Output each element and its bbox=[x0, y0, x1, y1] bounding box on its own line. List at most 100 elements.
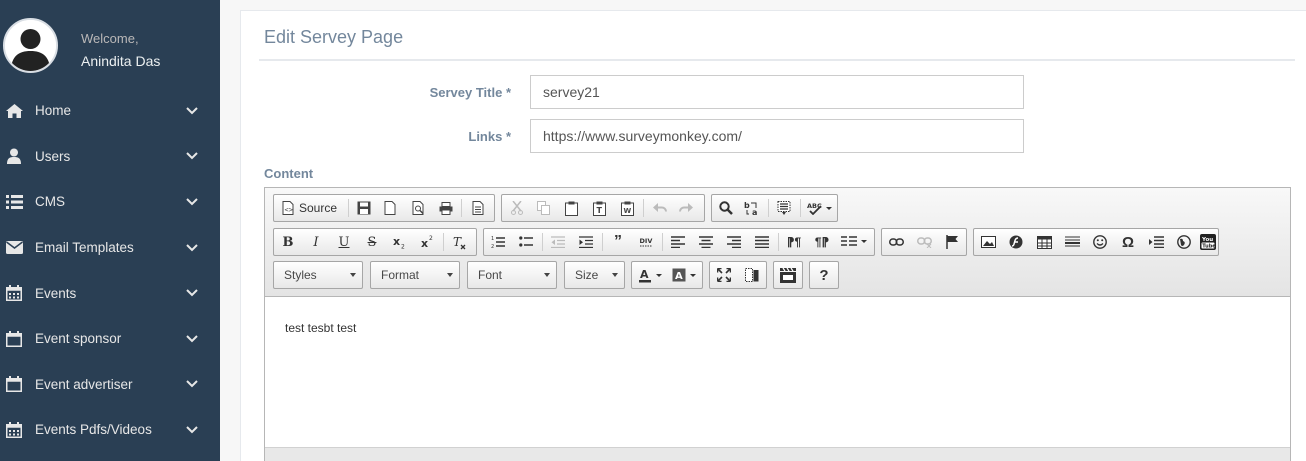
svg-text:2: 2 bbox=[429, 235, 433, 242]
align-center-button[interactable] bbox=[695, 231, 717, 253]
undo-button[interactable] bbox=[649, 197, 671, 219]
text-color-button[interactable]: A bbox=[635, 264, 667, 286]
editor-content-area[interactable]: test tesbt test bbox=[265, 298, 1290, 448]
superscript-button[interactable]: x2 bbox=[417, 231, 439, 253]
user-silhouette-icon bbox=[5, 20, 56, 71]
numbered-list-button[interactable]: 12 bbox=[487, 231, 509, 253]
show-blocks-button[interactable] bbox=[741, 264, 763, 286]
save-button[interactable] bbox=[353, 197, 375, 219]
align-right-button[interactable] bbox=[723, 231, 745, 253]
toolbar-separator bbox=[602, 233, 603, 251]
styles-dropdown[interactable]: Styles bbox=[273, 261, 363, 289]
strike-button[interactable]: S bbox=[361, 231, 383, 253]
bold-button[interactable]: B bbox=[277, 231, 299, 253]
globe-icon bbox=[1177, 235, 1191, 249]
outdent-button[interactable] bbox=[547, 231, 569, 253]
align-left-button[interactable] bbox=[667, 231, 689, 253]
sidebar-item-events-pdfs-videos[interactable]: Events Pdfs/Videos bbox=[0, 407, 220, 453]
copy-button[interactable] bbox=[532, 197, 554, 219]
justify-button[interactable] bbox=[751, 231, 773, 253]
dropdown-arrow-icon bbox=[544, 273, 550, 277]
italic-button[interactable]: I bbox=[305, 231, 327, 253]
about-button[interactable]: ? bbox=[813, 264, 835, 286]
unlink-button[interactable] bbox=[913, 231, 935, 253]
calendar-icon bbox=[5, 285, 23, 302]
links-input[interactable] bbox=[530, 119, 1024, 153]
align-right-icon bbox=[727, 236, 741, 248]
youtube-button[interactable]: You Tube bbox=[1197, 231, 1219, 253]
underline-button[interactable]: U bbox=[333, 231, 355, 253]
remove-format-button[interactable]: T bbox=[448, 231, 470, 253]
select-all-button[interactable] bbox=[773, 197, 795, 219]
new-page-button[interactable] bbox=[379, 197, 401, 219]
indent-button[interactable] bbox=[575, 231, 597, 253]
unlink-icon bbox=[916, 237, 932, 248]
smiley-button[interactable] bbox=[1089, 231, 1111, 253]
servey-title-input[interactable] bbox=[530, 75, 1024, 109]
page-break-icon bbox=[1148, 236, 1164, 248]
redo-button[interactable] bbox=[675, 197, 697, 219]
svg-text:A: A bbox=[675, 271, 683, 282]
sidebar-item-users[interactable]: Users bbox=[0, 134, 220, 180]
source-button[interactable]: <> Source bbox=[278, 197, 344, 219]
blockquote-button[interactable]: ” bbox=[607, 231, 629, 253]
sidebar-item-events[interactable]: Events bbox=[0, 270, 220, 316]
image-button[interactable] bbox=[977, 231, 999, 253]
find-button[interactable] bbox=[715, 197, 737, 219]
page-break-button[interactable] bbox=[1145, 231, 1167, 253]
language-button[interactable] bbox=[839, 231, 871, 253]
paste-text-button[interactable]: T bbox=[588, 197, 610, 219]
svg-text:A: A bbox=[640, 268, 649, 281]
text-direction-rtl-button[interactable]: ¶⁋ bbox=[811, 231, 833, 253]
svg-text:T: T bbox=[453, 235, 462, 249]
save-icon bbox=[357, 201, 371, 215]
paste-button[interactable] bbox=[560, 197, 582, 219]
sidebar-item-cms[interactable]: CMS bbox=[0, 179, 220, 225]
subscript-button[interactable]: x2 bbox=[389, 231, 411, 253]
user-name: Anindita Das bbox=[81, 53, 161, 69]
background-color-button[interactable]: A bbox=[669, 264, 701, 286]
special-char-button[interactable]: Ω bbox=[1117, 231, 1139, 253]
svg-text:W: W bbox=[623, 207, 631, 215]
font-dropdown[interactable]: Font bbox=[467, 261, 557, 289]
sidebar-item-event-advertiser[interactable]: Event advertiser bbox=[0, 362, 220, 408]
iframe-button[interactable] bbox=[1173, 231, 1195, 253]
sidebar-item-email-templates[interactable]: Email Templates bbox=[0, 225, 220, 271]
create-div-button[interactable]: DIV bbox=[635, 231, 657, 253]
media-embed-button[interactable] bbox=[777, 264, 799, 286]
bulleted-list-button[interactable] bbox=[515, 231, 537, 253]
anchor-button[interactable] bbox=[941, 231, 963, 253]
sidebar-item-home[interactable]: Home bbox=[0, 88, 220, 134]
spellcheck-button[interactable]: ABC bbox=[805, 197, 835, 219]
text-direction-ltr-button[interactable]: ⁋¶ bbox=[783, 231, 805, 253]
editor-toolbar: <> Source T W b a ABC B I U S x 2 x 2 T … bbox=[265, 188, 1290, 297]
print-button[interactable] bbox=[435, 197, 457, 219]
preview-icon bbox=[412, 201, 424, 215]
calendar-empty-icon bbox=[5, 376, 23, 393]
replace-button[interactable]: ba bbox=[741, 197, 763, 219]
paste-from-word-icon: W bbox=[620, 201, 634, 216]
table-button[interactable] bbox=[1033, 231, 1055, 253]
size-dropdown[interactable]: Size bbox=[564, 261, 625, 289]
welcome-text: Welcome, bbox=[81, 31, 139, 46]
calendar-icon bbox=[5, 421, 23, 438]
templates-button[interactable] bbox=[467, 197, 489, 219]
cut-button[interactable] bbox=[506, 197, 528, 219]
avatar[interactable] bbox=[3, 18, 58, 73]
sidebar-item-event-sponsor[interactable]: Event sponsor bbox=[0, 316, 220, 362]
link-button[interactable] bbox=[885, 231, 907, 253]
table-icon bbox=[1036, 235, 1052, 249]
svg-text:2: 2 bbox=[401, 244, 405, 250]
paste-from-word-button[interactable]: W bbox=[616, 197, 638, 219]
maximize-button[interactable] bbox=[713, 264, 735, 286]
svg-text:b: b bbox=[744, 201, 750, 210]
dropdown-arrow-icon bbox=[447, 273, 453, 277]
flash-button[interactable] bbox=[1005, 231, 1027, 253]
horizontal-rule-button[interactable] bbox=[1061, 231, 1083, 253]
image-icon bbox=[980, 236, 996, 248]
svg-text:x: x bbox=[393, 235, 400, 248]
preview-button[interactable] bbox=[407, 197, 429, 219]
svg-text:x: x bbox=[421, 237, 428, 249]
sidebar-item-label: Event sponsor bbox=[35, 331, 122, 347]
format-dropdown[interactable]: Format bbox=[370, 261, 460, 289]
